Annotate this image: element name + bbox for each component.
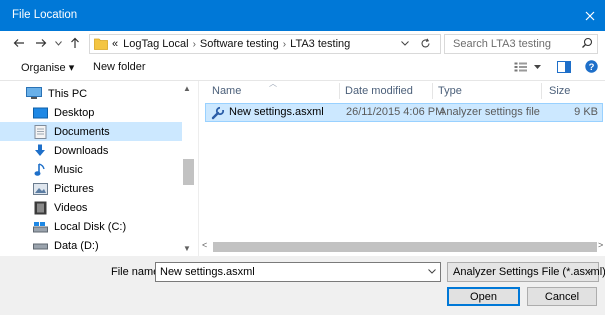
address-bar[interactable]: « LogTag Local › Software testing › LTA3… (89, 34, 441, 54)
filename-value[interactable]: New settings.asxml (160, 266, 255, 278)
recent-locations-button[interactable] (52, 31, 64, 55)
chevron-down-icon (585, 269, 593, 274)
computer-icon (26, 87, 42, 101)
scroll-left-icon[interactable]: < (202, 240, 207, 250)
file-row[interactable]: New settings.asxml 26/11/2015 4:06 PM An… (205, 103, 603, 122)
sidebar-item-label: This PC (48, 87, 88, 100)
up-arrow-icon (71, 37, 79, 48)
file-type-value: Analyzer Settings File (*.asxml) (453, 266, 605, 278)
organise-button[interactable]: Organise ▾ (21, 61, 74, 74)
sort-ascending-icon: ︿ (269, 79, 277, 88)
download-icon (32, 144, 48, 158)
sidebar-item-label: Documents (54, 125, 110, 138)
desktop-icon (32, 106, 48, 120)
search-icon[interactable] (581, 37, 593, 49)
forward-button[interactable] (32, 31, 50, 55)
sidebar-item-label: Downloads (54, 144, 109, 157)
filename-input[interactable]: New settings.asxml (155, 262, 441, 282)
file-list-horizontal-scrollbar[interactable]: < > (199, 240, 605, 253)
videos-icon (32, 201, 48, 215)
navigation-vertical-scrollbar[interactable]: ▲ ▼ (182, 81, 195, 256)
sidebar-item-pictures[interactable]: Pictures (0, 179, 182, 198)
sidebar-item-videos[interactable]: Videos (0, 198, 182, 217)
breadcrumb-item[interactable]: LogTag Local (123, 38, 188, 50)
column-divider[interactable] (339, 83, 340, 99)
sidebar-item-label: Desktop (54, 106, 95, 119)
pictures-icon (32, 182, 48, 196)
sidebar-item-label: Videos (54, 201, 88, 214)
window-title: File Location (12, 9, 78, 21)
back-button[interactable] (10, 31, 28, 55)
chevron-down-icon (54, 40, 62, 46)
breadcrumb: « LogTag Local › Software testing › LTA3… (112, 35, 350, 53)
column-header-type[interactable]: Type (438, 81, 462, 101)
drive-icon (32, 239, 48, 253)
sidebar-item-data-drive[interactable]: Data (D:) (0, 236, 182, 255)
column-divider[interactable] (541, 83, 542, 99)
breadcrumb-item[interactable]: Software testing (200, 38, 279, 50)
sidebar-item-downloads[interactable]: Downloads (0, 141, 182, 160)
sidebar-item-documents[interactable]: Documents (0, 122, 182, 141)
navigation-pane: This PC Desktop Documents Downloads Musi… (0, 81, 199, 256)
view-options-icon[interactable] (514, 62, 528, 72)
help-icon[interactable]: ? (585, 60, 598, 73)
refresh-icon[interactable] (420, 38, 431, 49)
up-button[interactable] (67, 31, 83, 55)
file-type: Analyzer settings file (439, 106, 540, 118)
navigation-bar: « LogTag Local › Software testing › LTA3… (0, 31, 605, 55)
svg-text:?: ? (589, 62, 595, 73)
chevron-down-icon[interactable] (401, 41, 409, 46)
scroll-up-icon[interactable]: ▲ (183, 84, 191, 93)
command-toolbar: Organise ▾ New folder ? (0, 55, 605, 81)
scrollbar-thumb[interactable] (213, 242, 597, 252)
back-arrow-icon (13, 39, 24, 47)
sidebar-item-label: Data (D:) (54, 239, 99, 252)
breadcrumb-overflow[interactable]: « (112, 38, 118, 50)
cancel-button-label: Cancel (544, 290, 580, 303)
column-divider[interactable] (432, 83, 433, 99)
chevron-down-icon[interactable] (428, 269, 436, 274)
breadcrumb-separator-icon[interactable]: › (193, 39, 196, 50)
sidebar-item-music[interactable]: Music (0, 160, 182, 179)
forward-arrow-icon (36, 39, 47, 47)
title-bar: File Location (0, 0, 605, 31)
close-icon (585, 11, 595, 20)
close-button[interactable] (575, 0, 605, 31)
search-placeholder: Search LTA3 testing (453, 38, 552, 50)
file-list: ︿ Name Date modified Type Size New setti… (199, 79, 605, 256)
sidebar-item-this-pc[interactable]: This PC (0, 84, 182, 103)
search-box[interactable]: Search LTA3 testing (444, 34, 598, 54)
file-date: 26/11/2015 4:06 PM (346, 106, 445, 118)
scroll-down-icon[interactable]: ▼ (183, 244, 191, 253)
local-disk-icon (32, 220, 48, 234)
file-name: New settings.asxml (229, 106, 324, 118)
new-folder-button[interactable]: New folder (93, 61, 146, 73)
open-button[interactable]: Open (447, 287, 520, 306)
sidebar-item-label: Pictures (54, 182, 94, 195)
sidebar-item-label: Music (54, 163, 83, 176)
scrollbar-thumb[interactable] (183, 159, 194, 185)
file-location-dialog: File Location « LogTag Local › Software … (0, 0, 605, 315)
column-header-date[interactable]: Date modified (345, 81, 413, 101)
music-icon (32, 162, 48, 177)
documents-icon (32, 124, 48, 139)
folder-icon (94, 38, 108, 50)
file-type-select[interactable]: Analyzer Settings File (*.asxml) (447, 262, 605, 282)
dialog-footer: File name: New settings.asxml Analyzer S… (0, 256, 605, 315)
open-button-label: Open (470, 290, 497, 303)
sidebar-item-label: Local Disk (C:) (54, 220, 127, 233)
column-header-size[interactable]: Size (549, 81, 570, 101)
sidebar-item-local-disk[interactable]: Local Disk (C:) (0, 217, 182, 236)
file-size: 9 KB (574, 106, 598, 118)
cancel-button[interactable]: Cancel (527, 287, 597, 306)
breadcrumb-separator-icon[interactable]: › (283, 39, 286, 50)
settings-file-icon (211, 106, 225, 120)
sidebar-item-desktop[interactable]: Desktop (0, 103, 182, 122)
scroll-right-icon[interactable]: > (598, 240, 603, 250)
breadcrumb-item[interactable]: LTA3 testing (290, 38, 350, 50)
column-header-name[interactable]: Name (212, 81, 241, 101)
chevron-down-icon[interactable] (534, 65, 541, 70)
preview-pane-icon[interactable] (557, 61, 571, 73)
